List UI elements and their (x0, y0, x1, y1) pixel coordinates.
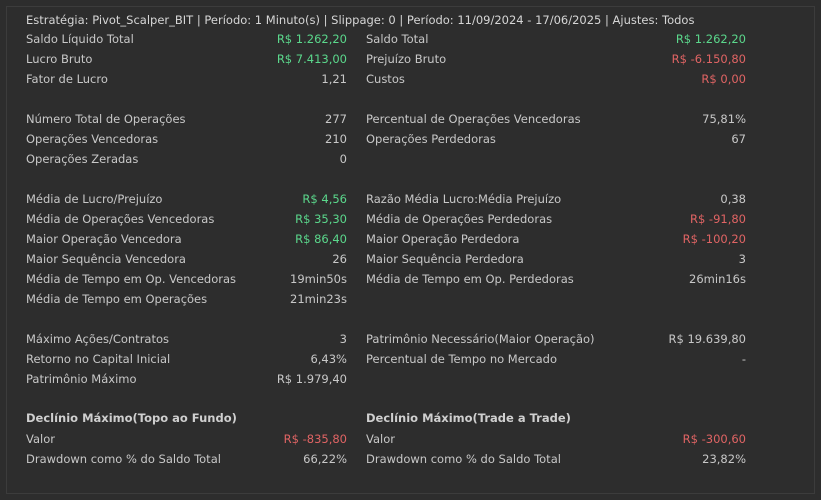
stat-value: R$ 1.262,20 (675, 32, 746, 46)
stat-row: Valor R$ -300,60 (366, 429, 746, 449)
stat-label: Razão Média Lucro:Média Prejuízo (366, 192, 562, 206)
stat-value: 3 (339, 332, 347, 346)
stat-label: Operações Perdedoras (366, 132, 496, 146)
stat-label: Operações Vencedoras (26, 132, 159, 146)
stat-label: Média de Tempo em Op. Vencedoras (26, 272, 236, 286)
stat-row: Maior Sequência Perdedora 3 (366, 249, 746, 269)
stat-row: Operações Zeradas 0 (26, 149, 347, 169)
stat-value: R$ -300,60 (682, 432, 746, 446)
stat-label: Prejuízo Bruto (366, 52, 447, 66)
stat-label: Média de Operações Perdedoras (366, 212, 553, 226)
stat-row: Prejuízo Bruto R$ -6.150,80 (366, 49, 746, 69)
stat-row: Custos R$ 0,00 (366, 69, 746, 89)
stat-row: Média de Operações Perdedoras R$ -91,80 (366, 209, 746, 229)
stat-row: Drawdown como % do Saldo Total 23,82% (366, 449, 746, 469)
stat-label: Média de Lucro/Prejuízo (26, 192, 163, 206)
stat-label: Lucro Bruto (26, 52, 93, 66)
stat-value: 210 (325, 132, 347, 146)
stat-row: Saldo Líquido Total R$ 1.262,20 (26, 29, 347, 49)
stat-label: Operações Zeradas (26, 152, 139, 166)
stat-row: Razão Média Lucro:Média Prejuízo 0,38 (366, 189, 746, 209)
stat-value: 0,38 (720, 192, 746, 206)
stat-label: Maior Sequência Perdedora (366, 252, 524, 266)
stat-label: Saldo Líquido Total (26, 32, 134, 46)
stat-value: 277 (325, 112, 347, 126)
stat-value: R$ 86,40 (295, 232, 347, 246)
stat-value: 23,82% (702, 452, 746, 466)
stat-value: R$ 7.413,00 (276, 52, 347, 66)
stat-row: Maior Operação Vencedora R$ 86,40 (26, 229, 347, 249)
stat-row: Operações Vencedoras 210 (26, 129, 347, 149)
stat-value: R$ 35,30 (295, 212, 347, 226)
stat-label: Média de Operações Vencedoras (26, 212, 215, 226)
stat-value: 67 (731, 132, 746, 146)
stat-value: 19min50s (290, 272, 347, 286)
stat-label: Valor (26, 432, 55, 446)
stat-row: Saldo Total R$ 1.262,20 (366, 29, 746, 49)
stat-row: Valor R$ -835,80 (26, 429, 347, 449)
stat-label: Patrimônio Necessário(Maior Operação) (366, 332, 595, 346)
stat-label: Saldo Total (366, 32, 429, 46)
stat-label: Número Total de Operações (26, 112, 186, 126)
stat-value: R$ 0,00 (701, 72, 746, 86)
stat-label: Valor (366, 432, 395, 446)
stat-value: R$ 4,56 (302, 192, 347, 206)
report-header: Estratégia: Pivot_Scalper_BIT | Período:… (26, 13, 695, 27)
stat-value: 26min16s (689, 272, 746, 286)
stat-value: R$ -91,80 (689, 212, 746, 226)
stat-value: R$ 1.979,40 (276, 372, 347, 386)
stat-row: Média de Tempo em Operações 21min23s (26, 289, 347, 309)
stat-label: Patrimônio Máximo (26, 372, 137, 386)
stat-row: Média de Tempo em Op. Vencedoras 19min50s (26, 269, 347, 289)
stat-label: Percentual de Tempo no Mercado (366, 352, 557, 366)
stat-row: Percentual de Operações Vencedoras 75,81% (366, 109, 746, 129)
stat-value: 66,22% (303, 452, 347, 466)
stat-row: Percentual de Tempo no Mercado - (366, 349, 746, 369)
stat-label: Maior Operação Vencedora (26, 232, 182, 246)
stat-value: 1,21 (321, 72, 347, 86)
stat-value: R$ 19.639,80 (668, 332, 747, 346)
stat-value: 6,43% (310, 352, 347, 366)
stat-value: R$ -100,20 (682, 232, 746, 246)
stat-row: Média de Operações Vencedoras R$ 35,30 (26, 209, 347, 229)
stat-value: R$ 1.262,20 (276, 32, 347, 46)
stat-label: Média de Tempo em Operações (26, 292, 208, 306)
stat-value: 75,81% (702, 112, 746, 126)
stat-row: Maior Sequência Vencedora 26 (26, 249, 347, 269)
stat-row: Operações Perdedoras 67 (366, 129, 746, 149)
stat-row: Fator de Lucro 1,21 (26, 69, 347, 89)
stat-row: Máximo Ações/Contratos 3 (26, 329, 347, 349)
stat-label: Percentual de Operações Vencedoras (366, 112, 581, 126)
stat-value: R$ -835,80 (283, 432, 347, 446)
stat-value: 21min23s (290, 292, 347, 306)
stat-label: Máximo Ações/Contratos (26, 332, 170, 346)
stat-label: Drawdown como % do Saldo Total (26, 452, 221, 466)
stat-row: Média de Tempo em Op. Perdedoras 26min16s (366, 269, 746, 289)
stat-label: Retorno no Capital Inicial (26, 352, 171, 366)
stat-value: 0 (339, 152, 347, 166)
stat-row: Retorno no Capital Inicial 6,43% (26, 349, 347, 369)
stat-label: Custos (366, 72, 405, 86)
stat-value: - (741, 352, 746, 366)
stat-value: 26 (332, 252, 347, 266)
strategy-report-panel: Estratégia: Pivot_Scalper_BIT | Período:… (0, 0, 821, 500)
stat-row: Patrimônio Máximo R$ 1.979,40 (26, 369, 347, 389)
stat-label: Maior Operação Perdedora (366, 232, 520, 246)
stat-label: Média de Tempo em Op. Perdedoras (366, 272, 574, 286)
drawdown-peak-to-trough-title: Declínio Máximo(Topo ao Fundo) (26, 411, 237, 425)
stat-row: Drawdown como % do Saldo Total 66,22% (26, 449, 347, 469)
stat-value: 3 (738, 252, 746, 266)
stat-label: Drawdown como % do Saldo Total (366, 452, 561, 466)
stat-row: Patrimônio Necessário(Maior Operação) R$ … (366, 329, 746, 349)
stat-value: R$ -6.150,80 (671, 52, 746, 66)
stat-label: Fator de Lucro (26, 72, 108, 86)
stat-row: Lucro Bruto R$ 7.413,00 (26, 49, 347, 69)
drawdown-trade-to-trade-title: Declínio Máximo(Trade a Trade) (366, 411, 571, 425)
stat-label: Maior Sequência Vencedora (26, 252, 186, 266)
stat-row: Média de Lucro/Prejuízo R$ 4,56 (26, 189, 347, 209)
stat-row: Número Total de Operações 277 (26, 109, 347, 129)
stat-row: Maior Operação Perdedora R$ -100,20 (366, 229, 746, 249)
